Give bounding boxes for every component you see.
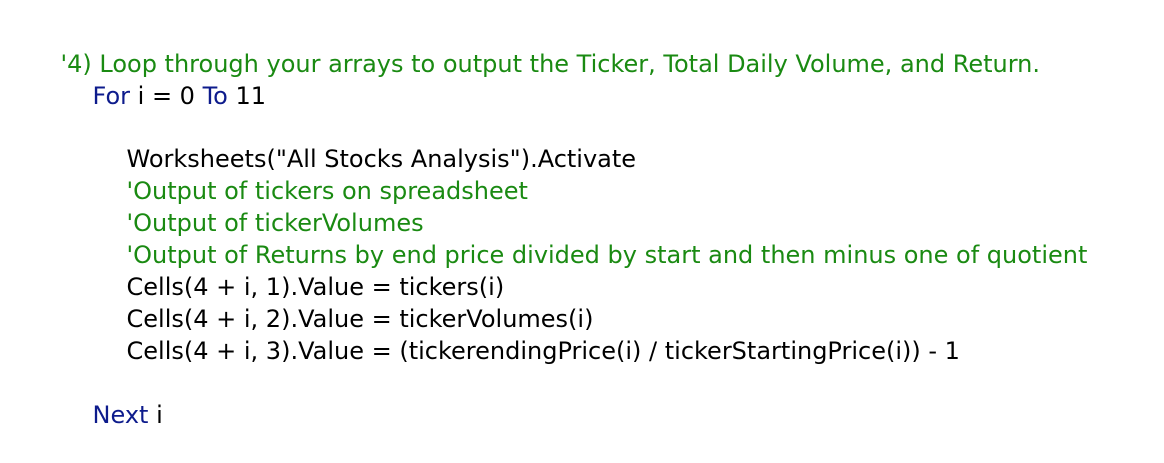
- code-text: i = 0: [130, 82, 203, 110]
- code-text: Cells(4 + i, 3).Value = (tickerendingPri…: [126, 337, 960, 365]
- code-text: 11: [227, 82, 267, 110]
- code-line-comment-tickers[interactable]: 'Output of tickers on spreadsheet: [96, 143, 528, 205]
- code-line-activate[interactable]: Worksheets("All Stocks Analysis").Activa…: [96, 111, 637, 173]
- code-line-comment-returns[interactable]: 'Output of Returns by end price divided …: [96, 207, 1088, 269]
- code-line-cells-return[interactable]: Cells(4 + i, 3).Value = (tickerendingPri…: [96, 303, 960, 365]
- keyword-for: For: [92, 82, 131, 110]
- keyword-next: Next: [92, 401, 149, 429]
- keyword-to: To: [202, 82, 228, 110]
- code-line-next[interactable]: Next i: [62, 367, 163, 429]
- code-line-cells-volumes[interactable]: Cells(4 + i, 2).Value = tickerVolumes(i): [96, 271, 594, 333]
- code-line-comment-volumes[interactable]: 'Output of tickerVolumes: [96, 175, 424, 237]
- code-editor[interactable]: '4) Loop through your arrays to output t…: [0, 0, 1164, 429]
- code-line-cells-tickers[interactable]: Cells(4 + i, 1).Value = tickers(i): [96, 239, 505, 301]
- code-line-for[interactable]: For i = 0 To 11: [62, 48, 267, 110]
- code-text: i: [148, 401, 163, 429]
- code-line-comment-loop[interactable]: '4) Loop through your arrays to output t…: [30, 16, 1040, 78]
